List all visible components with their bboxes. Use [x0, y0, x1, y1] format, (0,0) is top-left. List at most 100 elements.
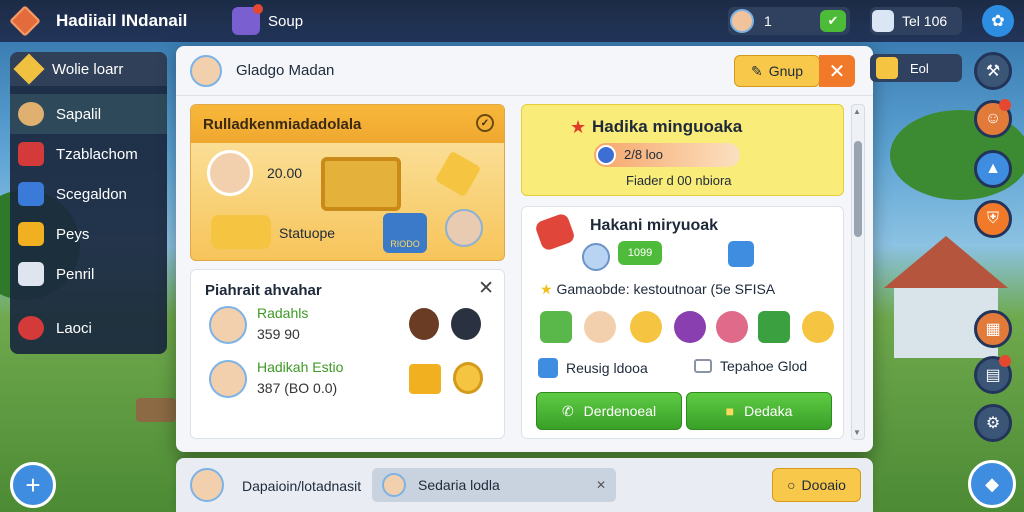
sidebar-item-label: Tzablachom — [56, 145, 138, 163]
friend-name: Radahls — [257, 305, 309, 321]
sidebar-item-6[interactable]: Laoci — [10, 308, 167, 348]
scroll-up-icon[interactable]: ▲ — [853, 107, 861, 116]
input-value: Sedaria lodla — [418, 477, 500, 493]
app-title: Hadiiail INdanail — [56, 11, 188, 30]
group-button-label: Gnup — [768, 63, 803, 79]
search-button[interactable]: ○ Dooaio — [772, 468, 861, 502]
reward-banner[interactable]: Rulladkenmiadadolala ✓ 20.00 Statuope RI… — [190, 104, 505, 261]
plus-icon: + — [25, 469, 41, 500]
actions-panel: Hakani miryuoak 1099 ★ Gamaobde: kestout… — [521, 206, 844, 439]
share-icon[interactable] — [728, 241, 754, 267]
triangle-icon: ▲ — [985, 160, 1001, 177]
coin-icon — [453, 362, 483, 394]
box-icon — [18, 182, 44, 206]
treasure-chest-icon — [321, 157, 401, 211]
option-1[interactable]: Reusig ldooa — [538, 358, 648, 378]
creature-icon[interactable] — [716, 311, 748, 343]
reward-badge[interactable]: RIODO — [383, 213, 427, 253]
avatar — [209, 306, 247, 344]
gift-icon — [533, 212, 577, 252]
avatar — [451, 308, 481, 340]
scroll-thumb[interactable] — [854, 141, 862, 237]
chest-icon — [18, 222, 44, 246]
chest-icon[interactable] — [540, 311, 572, 343]
sidebar-item-4[interactable]: Peys — [10, 214, 167, 254]
info-icon[interactable]: ✓ — [476, 114, 494, 132]
quest-title: Hadika minguoaka — [592, 117, 743, 136]
profile-button[interactable]: ☺ — [974, 99, 1012, 138]
settings-cluster-button[interactable]: ✿ — [982, 5, 1014, 37]
quest-card[interactable]: ★ Hadika minguoaka 2/8 loo Fiader d 00 n… — [521, 104, 844, 196]
friends-title: Piahrait ahvahar — [205, 282, 322, 299]
add-button[interactable]: + — [10, 462, 56, 508]
crown-icon[interactable] — [802, 311, 834, 343]
list-item[interactable]: Radahls 359 90 — [209, 302, 499, 348]
button-label: Derdenoeal — [583, 403, 657, 419]
profile-icon: ☺ — [984, 110, 1002, 127]
star-icon: ★ — [540, 281, 557, 297]
close-button[interactable]: ✕ — [819, 55, 855, 87]
main-dialog: Gladgo Madan ✎ Gnup ✕ Rulladkenmiadadola… — [176, 46, 873, 452]
sidebar-item-1[interactable]: Sapalil — [10, 94, 167, 134]
bottom-bar: Dapaioin/lotadnasit Sedaria lodla ✕ ○ Do… — [176, 458, 873, 512]
group-button[interactable]: ✎ Gnup — [734, 55, 820, 87]
info-line: ★ Gamaobde: kestoutnoar (5e SFISA — [540, 281, 775, 298]
clear-icon[interactable]: ✕ — [596, 478, 606, 492]
call-button[interactable]: ✆ Derdenoeal — [536, 392, 682, 430]
avatar — [190, 54, 222, 87]
option-2[interactable]: Tepahoe Glod — [694, 358, 807, 374]
resource-counter-2[interactable]: Tel 106 — [870, 7, 962, 35]
confirm-button[interactable]: ■ Dedaka — [686, 392, 832, 430]
sidebar-item-0[interactable]: Wolie loarr — [10, 52, 167, 86]
gear-button[interactable]: ⚙ — [974, 404, 1012, 442]
target-icon — [18, 316, 44, 340]
avatar — [209, 360, 247, 398]
hammer-button[interactable]: ⚒ — [974, 52, 1012, 90]
shield-icon: ⛨ — [986, 210, 999, 227]
map-icon: ▦ — [985, 321, 1001, 338]
close-icon[interactable]: ✕ — [478, 277, 494, 300]
friend-value: 359 90 — [257, 326, 300, 342]
side-panel[interactable]: Eol — [870, 54, 962, 82]
phone-icon: ✆ — [561, 402, 574, 419]
logo-icon — [9, 5, 41, 37]
inventory-button[interactable]: ▤ — [974, 355, 1012, 394]
checkbox[interactable] — [694, 359, 712, 373]
rocket-icon — [232, 4, 263, 35]
notification-dot — [999, 355, 1011, 367]
banner-points: 20.00 — [267, 165, 303, 181]
shape-button[interactable]: ▲ — [974, 150, 1012, 188]
sidebar-item-5[interactable]: Penril — [10, 254, 167, 294]
button-label: Dedaka — [744, 403, 793, 419]
sidebar-item-2[interactable]: Tzablachom — [10, 134, 167, 174]
pill-label: 1099 — [627, 247, 653, 259]
check-icon[interactable]: ✔ — [820, 10, 846, 32]
friend-value: 387 (BO 0.0) — [257, 380, 338, 396]
left-menu: Wolie loarr Sapalil Tzablachom Scegaldon… — [10, 52, 167, 354]
chat-input[interactable]: Sedaria lodla ✕ — [372, 468, 616, 502]
scrollbar[interactable]: ▲ ▼ — [851, 104, 865, 440]
soup-button[interactable]: Soup — [232, 4, 303, 35]
sidebar-item-label: Sapalil — [56, 105, 102, 123]
friends-panel: Piahrait ahvahar ✕ Radahls 359 90 Hadika… — [190, 269, 505, 439]
search-icon: ○ — [787, 477, 796, 493]
notification-dot — [999, 99, 1011, 111]
hammer-icon: ⚒ — [985, 63, 1001, 80]
sidebar-item-label: Peys — [56, 225, 90, 243]
cat-icon[interactable] — [630, 311, 662, 343]
grid-icon: ▤ — [985, 367, 1001, 384]
sidebar-item-3[interactable]: Scegaldon — [10, 174, 167, 214]
list-item[interactable]: Hadikah Estio 387 (BO 0.0) — [209, 356, 499, 402]
progress-text: 2/8 loo — [624, 147, 664, 162]
map-icon[interactable] — [758, 311, 790, 343]
actions-title: Hakani miryuoak — [590, 217, 719, 234]
avatar[interactable] — [584, 311, 616, 343]
resource-counter-1[interactable]: 1 ✔ — [728, 7, 850, 35]
banner-title: Rulladkenmiadadolala — [203, 115, 362, 133]
gem-icon — [434, 150, 482, 198]
creature-icon[interactable] — [674, 311, 706, 343]
diamond-button[interactable]: ◆ — [968, 460, 1016, 508]
shield-button[interactable]: ⛨ — [974, 200, 1012, 238]
map-button[interactable]: ▦ — [974, 310, 1012, 348]
scroll-down-icon[interactable]: ▼ — [853, 428, 861, 437]
